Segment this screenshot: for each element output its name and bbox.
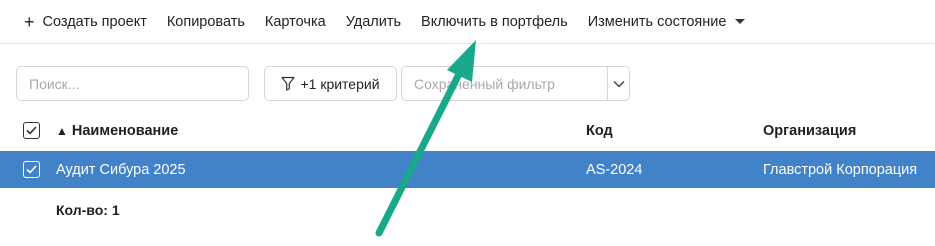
delete-button[interactable]: Удалить [346,7,401,37]
copy-label: Копировать [166,13,245,30]
create-project-button[interactable]: + Создать проект [24,7,147,37]
criteria-button[interactable]: +1 критерий [264,66,397,101]
copy-button[interactable]: Копировать [167,7,245,37]
select-all-checkbox[interactable] [23,122,40,139]
column-header-name-label: Наименование [71,123,179,139]
plus-icon: + [24,11,35,32]
checkmark-icon [26,126,37,135]
saved-filter-input[interactable] [402,67,607,100]
column-header-code[interactable]: Код [586,123,613,139]
saved-filter-select [401,66,630,101]
caret-down-icon [735,19,746,24]
change-state-dropdown[interactable]: Изменить состояние [588,7,746,37]
funnel-icon [281,76,296,91]
search-input[interactable] [16,66,249,101]
criteria-label: +1 критерий [300,75,380,92]
sort-ascending-icon: ▲ [56,124,68,138]
filter-bar: +1 критерий [16,66,630,101]
row-name-cell: Аудит Сибура 2025 [56,161,186,178]
card-button[interactable]: Карточка [265,7,326,37]
card-label: Карточка [264,13,326,30]
include-in-portfolio-button[interactable]: Включить в портфель [421,7,568,37]
row-count: Кол-во: 1 [56,202,120,218]
toolbar: + Создать проект Копировать Карточка Уда… [0,0,935,44]
row-checkbox[interactable] [23,161,40,178]
checkmark-icon [26,165,37,174]
column-header-organization[interactable]: Организация [763,123,856,139]
row-organization-cell: Главстрой Корпорация [763,161,918,178]
table-row[interactable]: Аудит Сибура 2025 AS-2024 Главстрой Корп… [0,151,935,188]
chevron-down-icon [613,80,624,87]
include-in-portfolio-label: Включить в портфель [421,13,568,30]
create-project-label: Создать проект [42,13,147,30]
column-header-name[interactable]: ▲ Наименование [56,123,178,139]
row-code-cell: AS-2024 [586,161,643,178]
saved-filter-dropdown-button[interactable] [607,67,629,100]
table-header: ▲ Наименование Код Организация [0,114,935,148]
change-state-label: Изменить состояние [587,13,727,30]
delete-label: Удалить [345,13,402,30]
